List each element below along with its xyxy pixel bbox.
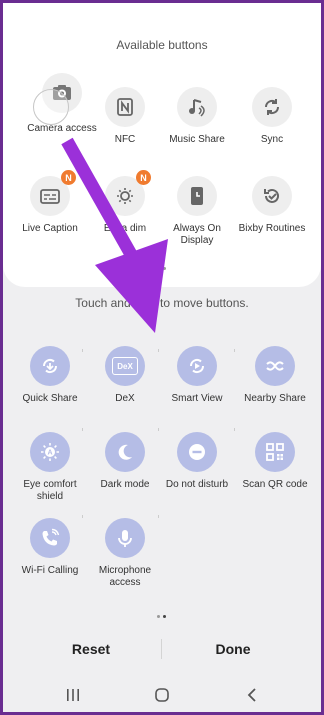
live-caption-button[interactable]: N Live Caption [12, 170, 88, 235]
button-label: Wi-Fi Calling [21, 565, 79, 576]
button-label: Quick Share [22, 393, 78, 404]
available-page-indicator [157, 267, 166, 270]
back-icon[interactable] [232, 678, 272, 712]
microphone-access-button[interactable]: Microphone access [87, 518, 163, 589]
new-badge: N [61, 170, 76, 185]
extra-dim-button[interactable]: N Extra dim [87, 170, 163, 235]
nfc-button[interactable]: NFC [87, 87, 163, 146]
page-dot [163, 267, 166, 270]
smart-view-icon [177, 346, 217, 386]
grid-separator [158, 428, 159, 431]
bottom-actions: Reset Done [3, 633, 321, 665]
button-label: Music Share [169, 134, 225, 145]
dark-mode-icon [105, 432, 145, 472]
dex-icon-text: DeX [112, 357, 138, 375]
live-caption-icon: N [30, 170, 76, 216]
button-label: Extra dim [103, 223, 147, 234]
button-label: Smart View [171, 393, 223, 404]
nearby-share-icon [255, 346, 295, 386]
extra-dim-icon: N [105, 170, 151, 216]
available-buttons-title: Available buttons [116, 38, 208, 52]
page-dot [157, 267, 160, 270]
nfc-icon [105, 87, 145, 127]
home-icon[interactable] [142, 678, 182, 712]
button-label: Always On Display [173, 223, 221, 246]
grid-separator [82, 515, 83, 518]
button-label: NFC [114, 134, 136, 145]
eye-comfort-shield-button[interactable]: A Eye comfort shield [12, 432, 88, 503]
wifi-calling-button[interactable]: Wi-Fi Calling [12, 518, 88, 577]
button-label: Sync [260, 134, 284, 145]
action-divider [161, 639, 162, 659]
quick-share-button[interactable]: Quick Share [12, 346, 88, 405]
page-dot [157, 615, 160, 618]
always-on-display-button[interactable]: Always On Display [159, 176, 235, 247]
scan-qr-code-icon [255, 432, 295, 472]
grid-separator [234, 349, 235, 352]
dex-button[interactable]: DeX DeX [87, 346, 163, 405]
dark-mode-button[interactable]: Dark mode [87, 432, 163, 491]
bixby-routines-button[interactable]: Bixby Routines [234, 176, 310, 235]
bixby-routines-icon [252, 176, 292, 216]
grid-separator [82, 349, 83, 352]
svg-text:A: A [47, 450, 52, 457]
recent-apps-icon[interactable] [53, 678, 93, 712]
grid-separator [234, 428, 235, 431]
move-buttons-hint: Touch and hold to move buttons. [75, 296, 249, 310]
available-buttons-panel: Available buttons Camera access NFC Musi… [3, 3, 321, 287]
button-label: Microphone access [98, 565, 152, 588]
sync-button[interactable]: Sync [234, 87, 310, 146]
grid-separator [158, 515, 159, 518]
button-label: Nearby Share [244, 393, 306, 404]
eye-comfort-shield-icon: A [30, 432, 70, 472]
reset-button[interactable]: Reset [21, 641, 161, 657]
music-share-icon [177, 87, 217, 127]
do-not-disturb-button[interactable]: Do not disturb [159, 432, 235, 491]
new-badge: N [136, 170, 151, 185]
nearby-share-button[interactable]: Nearby Share [237, 346, 313, 405]
grid-separator [158, 349, 159, 352]
button-label: Bixby Routines [238, 223, 306, 234]
smart-view-button[interactable]: Smart View [159, 346, 235, 405]
scan-qr-code-button[interactable]: Scan QR code [237, 432, 313, 491]
do-not-disturb-icon [177, 432, 217, 472]
quick-panel-editor: Available buttons Camera access NFC Musi… [3, 3, 321, 712]
wifi-calling-icon [30, 518, 70, 558]
dex-icon: DeX [105, 346, 145, 386]
button-label: Do not disturb [165, 479, 229, 490]
button-label: Dark mode [100, 479, 150, 490]
button-label: Live Caption [22, 223, 78, 234]
button-label: Eye comfort shield [23, 479, 77, 502]
page-dot [163, 615, 166, 618]
sync-icon [252, 87, 292, 127]
active-page-indicator [157, 615, 166, 618]
button-label: Scan QR code [242, 479, 308, 490]
always-on-display-icon [177, 176, 217, 216]
button-label: DeX [115, 393, 135, 404]
music-share-button[interactable]: Music Share [159, 87, 235, 146]
quick-share-icon [30, 346, 70, 386]
microphone-icon [105, 518, 145, 558]
grid-separator [82, 428, 83, 431]
navigation-bar [3, 678, 321, 712]
done-button[interactable]: Done [163, 641, 303, 657]
drag-touch-indicator [33, 89, 69, 125]
